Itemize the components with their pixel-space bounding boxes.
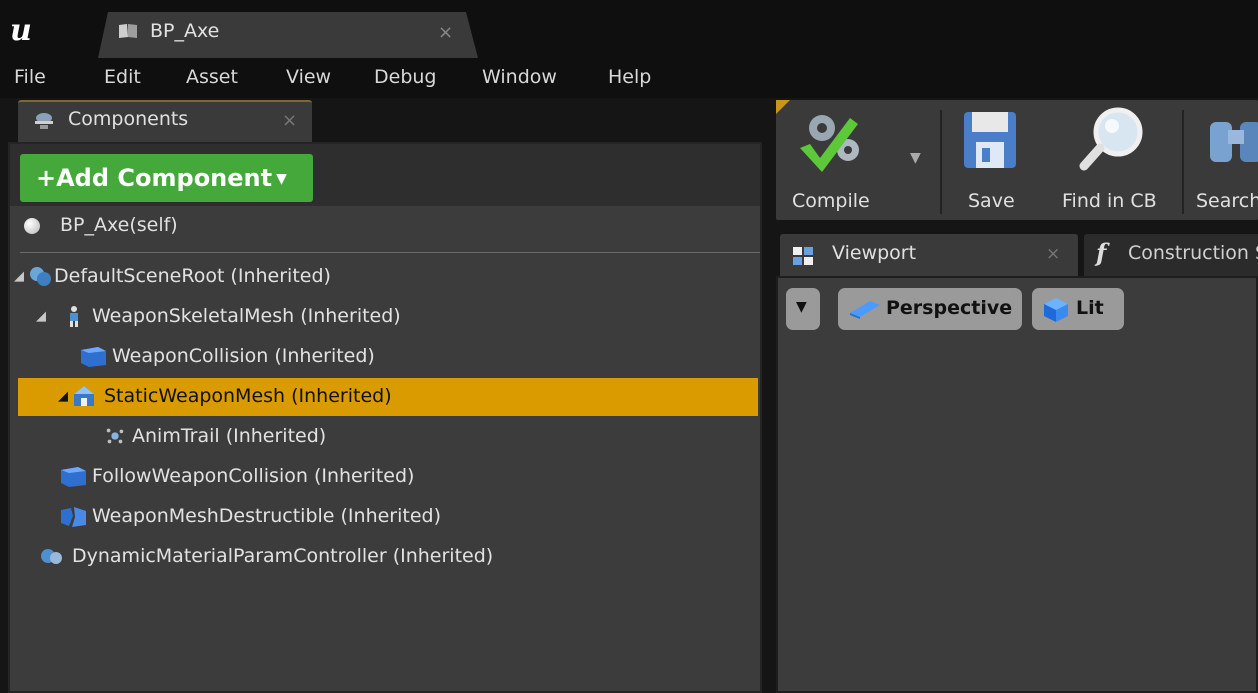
divider xyxy=(20,252,760,253)
document-tab-label: BP_Axe xyxy=(150,20,220,42)
tree-item-label: FollowWeaponCollision (Inherited) xyxy=(92,465,415,487)
binoculars-icon xyxy=(1210,122,1258,162)
menu-bar: File Edit Asset View Debug Window Help xyxy=(0,58,1258,98)
blueprint-toolbar: ▼ Compile Save Find in CB Search xyxy=(776,100,1258,220)
tab-components[interactable]: Components × xyxy=(18,100,312,142)
add-component-label: Add Component xyxy=(56,164,273,192)
tree-item-dynamic-material-param-controller[interactable]: DynamicMaterialParamController (Inherite… xyxy=(10,538,760,576)
close-icon[interactable]: × xyxy=(438,22,453,43)
menu-debug[interactable]: Debug xyxy=(374,66,436,88)
perspective-icon xyxy=(850,301,880,319)
tree-item-label: DynamicMaterialParamController (Inherite… xyxy=(72,545,494,567)
components-icon xyxy=(35,113,53,129)
menu-asset[interactable]: Asset xyxy=(186,66,238,88)
compile-label: Compile xyxy=(792,190,870,212)
menu-view[interactable]: View xyxy=(286,66,331,88)
lit-label: Lit xyxy=(1076,297,1104,319)
destructible-icon xyxy=(61,507,86,527)
tab-viewport[interactable]: Viewport × xyxy=(780,234,1078,276)
menu-help[interactable]: Help xyxy=(608,66,651,88)
tree-item-label: WeaponMeshDestructible (Inherited) xyxy=(92,505,442,527)
right-column: ▼ Compile Save Find in CB Search Viewpor… xyxy=(770,98,1258,693)
chevron-down-icon: ▼ xyxy=(276,171,287,187)
title-bar: u BP_Axe × xyxy=(0,0,1258,58)
save-icon xyxy=(964,112,1016,168)
expand-arrow-icon[interactable]: ◢ xyxy=(58,389,68,404)
scene-root-icon xyxy=(30,267,51,286)
toolbar-separator xyxy=(940,110,942,214)
menu-edit[interactable]: Edit xyxy=(104,66,141,88)
menu-window[interactable]: Window xyxy=(482,66,557,88)
expand-arrow-icon[interactable]: ◢ xyxy=(36,309,46,324)
search-button[interactable]: Search xyxy=(1190,100,1258,220)
menu-file[interactable]: File xyxy=(14,66,46,88)
self-component-row[interactable]: BP_Axe(self) xyxy=(10,206,760,246)
save-label: Save xyxy=(968,190,1015,212)
sphere-icon xyxy=(24,218,40,234)
tree-item-anim-trail[interactable]: AnimTrail (Inherited) xyxy=(10,418,760,456)
tree-item-follow-weapon-collision[interactable]: FollowWeaponCollision (Inherited) xyxy=(10,458,760,496)
box-collision-icon xyxy=(81,347,106,367)
compile-icon xyxy=(800,115,859,172)
magnifier-icon xyxy=(1079,107,1143,171)
perspective-label: Perspective xyxy=(886,297,1013,319)
unreal-logo-icon[interactable]: u xyxy=(10,14,48,48)
particle-icon xyxy=(106,428,124,444)
chevron-down-icon: ▼ xyxy=(796,299,807,315)
tree-item-weapon-collision[interactable]: WeaponCollision (Inherited) xyxy=(10,338,760,376)
tree-item-static-weapon-mesh[interactable]: ◢ StaticWeaponMesh (Inherited) xyxy=(18,378,758,416)
function-icon: f xyxy=(1096,238,1107,267)
tab-components-label: Components xyxy=(68,108,189,130)
lit-cube-icon xyxy=(1044,298,1068,322)
save-button[interactable]: Save xyxy=(952,100,1032,220)
components-tabstrip: Components × xyxy=(0,98,770,142)
viewport-area[interactable]: ▼ Perspective Lit xyxy=(776,276,1258,693)
document-tab[interactable]: BP_Axe × xyxy=(98,12,478,58)
viewport-tabstrip: Viewport × f Construction Script xyxy=(770,228,1258,276)
tab-construction-script-label: Construction Script xyxy=(1128,242,1258,264)
components-panel: +Add Component ▼ BP_Axe(self) ◢ DefaultSc… xyxy=(0,142,770,693)
add-component-button[interactable]: +Add Component ▼ xyxy=(20,154,313,202)
skeletal-mesh-icon xyxy=(70,306,78,327)
viewport-options-button[interactable]: ▼ xyxy=(786,288,820,330)
static-mesh-icon xyxy=(74,386,94,406)
lit-button[interactable]: Lit xyxy=(1032,288,1124,330)
controller-icon xyxy=(41,549,62,564)
perspective-button[interactable]: Perspective xyxy=(838,288,1022,330)
tree-item-label: DefaultSceneRoot (Inherited) xyxy=(54,265,331,287)
tree-item-label: WeaponSkeletalMesh (Inherited) xyxy=(92,305,401,327)
self-component-label: BP_Axe(self) xyxy=(60,214,178,236)
tab-viewport-label: Viewport xyxy=(832,242,917,264)
search-label: Search xyxy=(1196,190,1258,212)
close-icon[interactable]: × xyxy=(282,110,297,131)
tree-item-label: WeaponCollision (Inherited) xyxy=(112,345,375,367)
close-icon[interactable]: × xyxy=(1046,244,1060,264)
find-in-cb-button[interactable]: Find in CB xyxy=(1058,100,1170,220)
compile-button[interactable]: ▼ Compile xyxy=(782,100,921,220)
tree-item-weapon-mesh-destructible[interactable]: WeaponMeshDestructible (Inherited) xyxy=(10,498,760,536)
tab-construction-script[interactable]: f Construction Script xyxy=(1084,234,1258,276)
plus-icon: + xyxy=(36,164,57,192)
expand-arrow-icon[interactable]: ◢ xyxy=(14,269,24,284)
viewport-icon xyxy=(793,247,813,265)
tree-item-weapon-skeletal-mesh[interactable]: ◢ WeaponSkeletalMesh (Inherited) xyxy=(10,298,760,336)
compile-options-chevron-icon[interactable]: ▼ xyxy=(910,150,921,166)
add-component-bar: +Add Component ▼ xyxy=(10,144,760,206)
find-in-cb-label: Find in CB xyxy=(1062,190,1157,212)
blueprint-icon xyxy=(119,24,137,38)
toolbar-separator xyxy=(1182,110,1184,214)
tree-item-label: AnimTrail (Inherited) xyxy=(132,425,327,447)
tree-item-label: StaticWeaponMesh (Inherited) xyxy=(104,385,392,407)
tree-item-default-scene-root[interactable]: ◢ DefaultSceneRoot (Inherited) xyxy=(10,258,760,296)
box-collision-icon xyxy=(61,467,86,487)
components-panel-body: +Add Component ▼ BP_Axe(self) ◢ DefaultSc… xyxy=(8,142,762,693)
